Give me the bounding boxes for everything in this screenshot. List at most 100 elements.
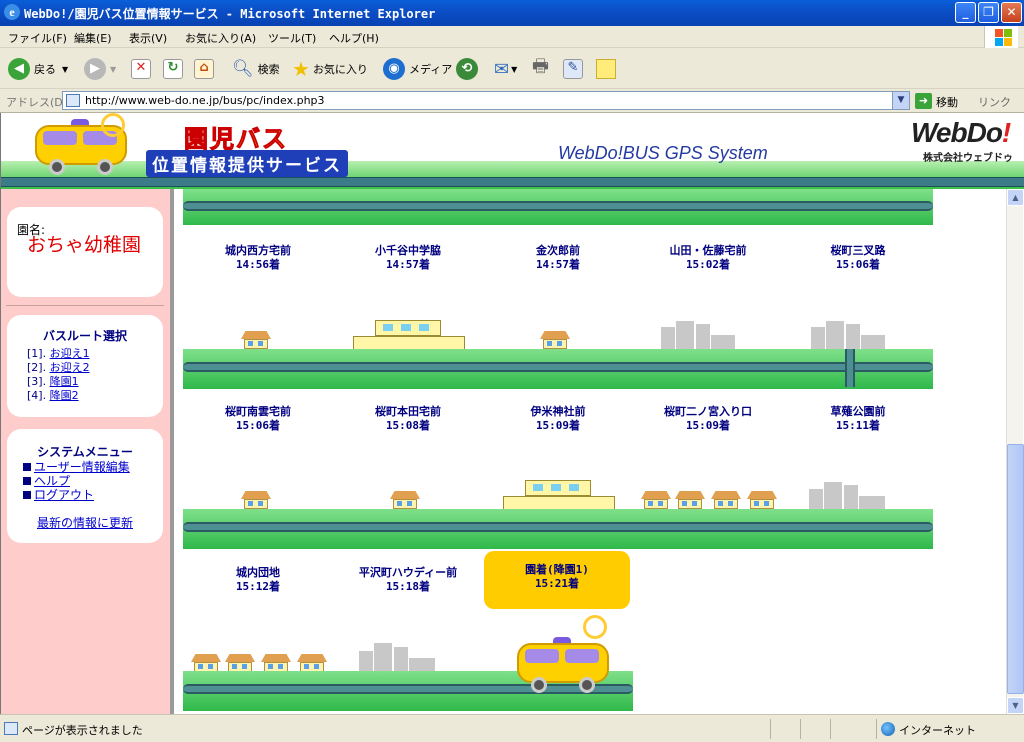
edit-button[interactable]: ✎: [563, 56, 587, 82]
home-button[interactable]: ⌂: [194, 56, 218, 82]
page-icon: [66, 94, 80, 107]
house-icon: [241, 331, 271, 349]
vertical-scrollbar[interactable]: ▲ ▼: [1006, 189, 1024, 714]
menu-bar: ファイル(F) 編集(E) 表示(V) お気に入り(A) ツール(T) ヘルプ(…: [0, 26, 1024, 48]
stop-5: 桜町三叉路 15:06着: [788, 244, 928, 272]
media-button[interactable]: ◉ メディア: [383, 56, 452, 82]
site-subtitle: 位置情報提供サービス: [146, 150, 348, 177]
stop-11: 城内団地 15:12着: [188, 566, 328, 594]
stop-name: 小千谷中学脇: [375, 244, 441, 257]
search-button[interactable]: 🔍︎ 検索: [232, 56, 280, 82]
menu-favorites[interactable]: お気に入り(A): [185, 30, 256, 46]
menu-help[interactable]: ヘルプ(H): [329, 30, 379, 46]
divider: [800, 719, 801, 739]
address-dropdown-icon[interactable]: ▼: [892, 92, 909, 109]
chevron-down-icon[interactable]: ▼: [62, 65, 68, 74]
refresh-link[interactable]: 最新の情報に更新: [37, 516, 133, 530]
search-label: 検索: [257, 63, 280, 76]
stop-2: 小千谷中学脇 14:57着: [338, 244, 478, 272]
kindergarten-card: 園名: おちゃ幼稚園: [7, 207, 163, 297]
search-icon: 🔍︎: [232, 59, 254, 79]
address-input[interactable]: http://www.web-do.ne.jp/bus/pc/index.php…: [62, 91, 910, 110]
scroll-up-icon[interactable]: ▲: [1007, 189, 1024, 206]
window-title: WebDo!/園児バス位置情報サービス - Microsoft Internet…: [24, 7, 436, 21]
stop-7: 桜町本田宅前 15:08着: [338, 405, 478, 433]
stop-time: 15:08着: [385, 419, 431, 432]
go-arrow-icon[interactable]: ➜: [915, 93, 932, 109]
refresh-button[interactable]: ↻: [163, 56, 187, 82]
stop-name: 桜町本田宅前: [375, 405, 441, 418]
stop-name: 山田・佐藤宅前: [669, 244, 747, 257]
scroll-thumb[interactable]: [1007, 444, 1024, 694]
divider: [6, 305, 164, 306]
maximize-button[interactable]: ❐: [978, 2, 999, 23]
house-icon: [225, 654, 255, 672]
print-button[interactable]: 🖶: [532, 56, 549, 82]
route-select-title: バスルート選択: [42, 329, 127, 343]
stop-time: 14:57着: [535, 258, 581, 271]
back-button[interactable]: ◀ 戻る ▼: [8, 56, 68, 82]
stop-name: 桜町三叉路: [830, 244, 886, 257]
chevron-down-icon[interactable]: ▼: [511, 65, 517, 74]
stop-time: 14:56着: [235, 258, 281, 271]
address-label: アドレス(D): [6, 96, 68, 109]
menu-tools[interactable]: ツール(T): [268, 30, 316, 46]
links-button[interactable]: リンク: [978, 94, 1011, 110]
stop-12: 平沢町ハウディー前 15:18着: [338, 566, 478, 594]
favorites-label: お気に入り: [312, 63, 368, 76]
stop-time: 15:12着: [235, 580, 281, 593]
stop-time: 15:06着: [235, 419, 281, 432]
mail-button[interactable]: ✉ ▼: [494, 56, 517, 82]
favorites-button[interactable]: ★ お気に入り: [292, 56, 368, 82]
stop-name: 園着(降園1): [525, 563, 589, 576]
forward-arrow-icon: ▶: [84, 58, 106, 80]
brand-company: 株式会社ウェブドゥ: [923, 153, 1013, 164]
bullet-icon: [23, 463, 31, 471]
stop-time: 15:02着: [685, 258, 731, 271]
house-icon: [261, 654, 291, 672]
printer-icon: 🖶: [532, 56, 549, 77]
go-button[interactable]: 移動: [936, 94, 958, 110]
signal-icon: [101, 113, 125, 137]
home-icon: ⌂: [194, 59, 214, 79]
menu-view[interactable]: 表示(V): [129, 30, 167, 46]
house-icon: [191, 654, 221, 672]
close-button[interactable]: ✕: [1001, 2, 1022, 23]
menu-item-logout: ログアウト: [23, 486, 94, 503]
messenger-button[interactable]: [596, 56, 616, 82]
note-icon: [596, 59, 616, 79]
menu-file[interactable]: ファイル(F): [8, 30, 67, 46]
forward-button[interactable]: ▶ ▼: [84, 56, 116, 82]
school-icon: [503, 480, 615, 512]
logout-link[interactable]: ログアウト: [34, 488, 94, 502]
status-bar: ページが表示されました インターネット: [0, 714, 1024, 742]
history-icon: ⟲: [456, 58, 478, 80]
chevron-down-icon[interactable]: ▼: [110, 65, 116, 74]
stop-time: 15:06着: [835, 258, 881, 271]
school-icon: [353, 320, 465, 352]
minimize-button[interactable]: _: [955, 2, 976, 23]
house-icon: [675, 491, 705, 509]
toolbar: ◀ 戻る ▼ ▶ ▼ ✕ ↻ ⌂ 🔍︎ 検索 ★ お気に入り ◉ メディア ⟲ …: [0, 49, 1024, 89]
history-button[interactable]: ⟲: [456, 56, 482, 82]
stop-time: 14:57着: [385, 258, 431, 271]
page-icon: [4, 722, 18, 735]
menu-edit[interactable]: 編集(E): [74, 30, 112, 46]
media-icon: ◉: [383, 58, 405, 80]
route-link-4[interactable]: 降園2: [50, 389, 79, 402]
road-strip: [183, 189, 933, 225]
globe-icon: [881, 722, 895, 736]
stop-time: 15:09着: [535, 419, 581, 432]
stop-name: 城内団地: [236, 566, 280, 579]
stop-4: 山田・佐藤宅前 15:02着: [638, 244, 778, 272]
address-url[interactable]: http://www.web-do.ne.jp/bus/pc/index.php…: [85, 94, 325, 107]
divider: [830, 719, 831, 739]
stop-3: 金次郎前 14:57着: [488, 244, 628, 272]
stop-button[interactable]: ✕: [131, 56, 155, 82]
scroll-down-icon[interactable]: ▼: [1007, 697, 1024, 714]
bullet-icon: [23, 477, 31, 485]
brand-logo: WebDo!: [911, 117, 1011, 149]
house-icon: [641, 491, 671, 509]
route-num: [4].: [27, 389, 47, 402]
kindergarten-name: おちゃ幼稚園: [26, 234, 141, 256]
